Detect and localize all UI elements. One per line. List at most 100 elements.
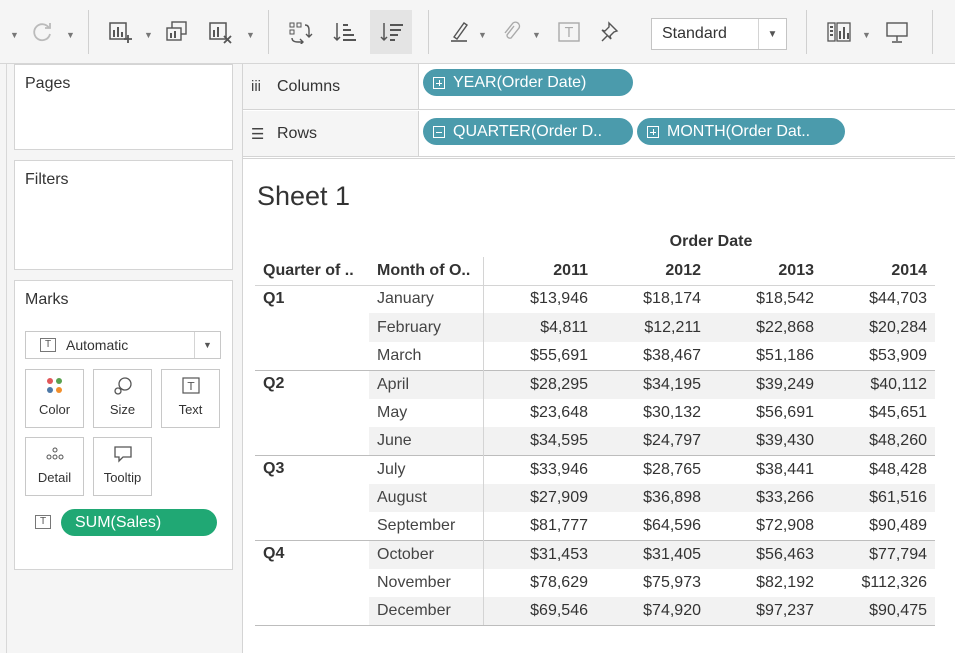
quarter-cell[interactable] — [255, 569, 369, 597]
sales-value-cell[interactable]: $27,909 — [483, 483, 596, 513]
sales-value-cell[interactable]: $90,475 — [822, 597, 935, 627]
sales-value-cell[interactable]: $39,249 — [709, 369, 822, 399]
month-cell[interactable]: November — [369, 568, 484, 598]
sales-value-cell[interactable]: $61,516 — [822, 483, 935, 513]
quarter-header[interactable]: Quarter of .. — [255, 257, 369, 286]
sales-value-cell[interactable]: $23,648 — [483, 399, 596, 427]
show-mark-labels-icon[interactable]: T — [552, 10, 586, 54]
sales-value-cell[interactable]: $51,186 — [709, 342, 822, 370]
order-date-header[interactable]: Order Date — [656, 233, 766, 251]
detail-button[interactable]: Detail — [25, 437, 84, 496]
swap-rows-columns-icon[interactable] — [282, 10, 318, 54]
sales-value-cell[interactable]: $20,284 — [822, 313, 935, 342]
sales-value-cell[interactable]: $33,266 — [709, 483, 822, 513]
presentation-mode-icon[interactable] — [880, 10, 914, 54]
highlight-pen-icon[interactable] — [444, 10, 474, 54]
color-button[interactable]: Color — [25, 369, 84, 428]
sales-value-cell[interactable]: $81,777 — [483, 512, 596, 540]
sales-value-cell[interactable]: $48,428 — [822, 454, 935, 484]
sales-value-cell[interactable]: $39,430 — [709, 426, 822, 456]
quarter-cell[interactable] — [255, 484, 369, 512]
month-cell[interactable]: October — [369, 540, 484, 569]
sales-value-cell[interactable]: $24,797 — [596, 426, 709, 456]
month-header[interactable]: Month of O.. — [369, 257, 484, 286]
sales-value-cell[interactable]: $36,898 — [596, 483, 709, 513]
year-header[interactable]: 2011 — [483, 257, 596, 286]
sales-value-cell[interactable]: $31,453 — [483, 540, 596, 569]
refresh-icon[interactable] — [26, 10, 58, 54]
sales-value-cell[interactable]: $33,946 — [483, 454, 596, 484]
month-cell[interactable]: December — [369, 597, 484, 627]
sales-value-cell[interactable]: $56,463 — [709, 540, 822, 569]
sales-value-cell[interactable]: $53,909 — [822, 342, 935, 370]
month-cell[interactable]: April — [369, 369, 484, 399]
sales-value-cell[interactable]: $28,765 — [596, 454, 709, 484]
sales-value-cell[interactable]: $31,405 — [596, 540, 709, 569]
group-paperclip-icon[interactable] — [496, 10, 526, 54]
month-cell[interactable]: August — [369, 483, 484, 513]
month-cell[interactable]: June — [369, 426, 484, 456]
month-cell[interactable]: March — [369, 341, 484, 371]
sort-descending-icon[interactable] — [370, 10, 412, 54]
chevron-down-icon[interactable]: ▼ — [246, 30, 255, 40]
pages-panel[interactable]: Pages — [14, 64, 233, 150]
chevron-down-icon[interactable]: ▼ — [144, 30, 153, 40]
expand-plus-icon[interactable] — [433, 76, 445, 89]
size-button[interactable]: Size — [93, 369, 152, 428]
sheet-title[interactable]: Sheet 1 — [257, 181, 350, 212]
year-order-date-pill[interactable]: YEAR(Order Date) — [423, 69, 633, 96]
duplicate-sheet-icon[interactable] — [160, 10, 194, 54]
show-me-chart-icon[interactable] — [822, 10, 856, 54]
sales-value-cell[interactable]: $48,260 — [822, 426, 935, 456]
sales-value-cell[interactable]: $4,811 — [483, 313, 596, 342]
filters-panel[interactable]: Filters — [14, 160, 233, 270]
quarter-cell[interactable] — [255, 313, 369, 341]
sales-value-cell[interactable]: $30,132 — [596, 399, 709, 427]
year-header[interactable]: 2014 — [822, 257, 935, 286]
quarter-cell[interactable] — [255, 512, 369, 540]
year-header[interactable]: 2012 — [596, 257, 709, 286]
month-order-date-pill[interactable]: MONTH(Order Dat.. — [637, 118, 845, 145]
quarter-cell[interactable]: Q3 — [255, 454, 369, 484]
clear-sheet-icon[interactable] — [204, 10, 238, 54]
fit-mode-select[interactable]: Standard ▼ — [651, 18, 787, 50]
sales-value-cell[interactable]: $13,946 — [483, 284, 596, 314]
sales-value-cell[interactable]: $56,691 — [709, 399, 822, 427]
month-cell[interactable]: September — [369, 512, 484, 541]
quarter-cell[interactable]: Q4 — [255, 540, 369, 569]
quarter-cell[interactable] — [255, 342, 369, 370]
fix-axes-pin-icon[interactable] — [596, 10, 626, 54]
quarter-cell[interactable] — [255, 597, 369, 627]
expand-plus-icon[interactable] — [647, 125, 659, 138]
tooltip-button[interactable]: Tooltip — [93, 437, 152, 496]
quarter-cell[interactable]: Q1 — [255, 284, 369, 314]
month-cell[interactable]: February — [369, 313, 484, 342]
quarter-cell[interactable] — [255, 427, 369, 455]
sales-value-cell[interactable]: $74,920 — [596, 597, 709, 627]
chevron-down-icon[interactable]: ▼ — [862, 30, 871, 40]
month-cell[interactable]: July — [369, 454, 484, 484]
chevron-down-icon[interactable]: ▼ — [478, 30, 487, 40]
chevron-down-icon[interactable]: ▼ — [10, 30, 19, 40]
sales-value-cell[interactable]: $90,489 — [822, 512, 935, 540]
sales-value-cell[interactable]: $75,973 — [596, 569, 709, 597]
chevron-down-icon[interactable]: ▼ — [758, 19, 786, 49]
sales-value-cell[interactable]: $72,908 — [709, 512, 822, 540]
quarter-cell[interactable] — [255, 399, 369, 427]
sort-ascending-icon[interactable] — [326, 10, 362, 54]
month-cell[interactable]: January — [369, 284, 484, 314]
month-cell[interactable]: May — [369, 398, 484, 427]
year-header[interactable]: 2013 — [709, 257, 822, 286]
sales-value-cell[interactable]: $78,629 — [483, 569, 596, 597]
sales-value-cell[interactable]: $38,467 — [596, 342, 709, 370]
sales-value-cell[interactable]: $18,174 — [596, 284, 709, 314]
chevron-down-icon[interactable]: ▼ — [532, 30, 541, 40]
sum-sales-pill[interactable]: SUM(Sales) — [61, 509, 217, 536]
new-worksheet-icon[interactable] — [104, 10, 138, 54]
sales-value-cell[interactable]: $64,596 — [596, 512, 709, 540]
mark-type-select[interactable]: T Automatic ▼ — [25, 331, 221, 359]
sales-value-cell[interactable]: $55,691 — [483, 342, 596, 370]
sales-value-cell[interactable]: $34,595 — [483, 426, 596, 456]
collapse-minus-icon[interactable] — [433, 125, 445, 138]
sales-value-cell[interactable]: $34,195 — [596, 369, 709, 399]
